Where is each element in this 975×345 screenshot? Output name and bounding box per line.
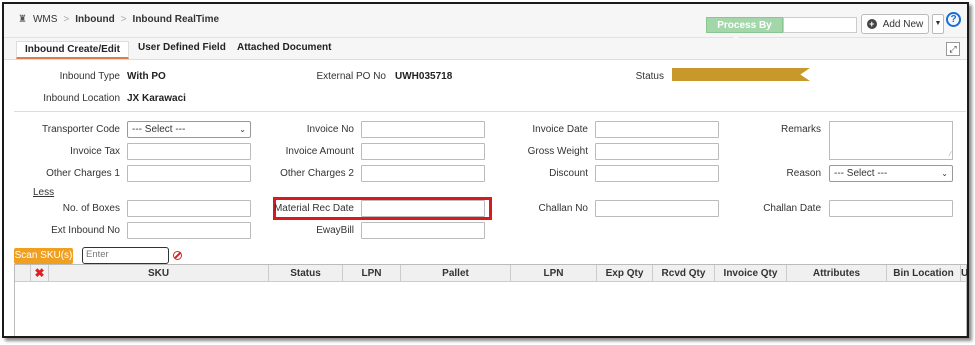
home-icon[interactable]: ♜	[18, 14, 27, 25]
header-section	[14, 60, 966, 112]
grid-header: ✖ SKU Status LPN Pallet LPN Exp Qty Rcvd…	[15, 265, 967, 282]
other-charges-2-field[interactable]	[361, 165, 485, 182]
transporter-code-label: Transporter Code	[42, 124, 120, 135]
material-rec-date-label: Material Rec Date	[273, 203, 354, 214]
ewaybill-label: EwayBill	[316, 225, 354, 236]
breadcrumb-separator: >	[63, 14, 70, 25]
inbound-type-label: Inbound Type	[59, 71, 120, 82]
clear-icon[interactable]	[173, 251, 182, 260]
invoice-amount-label: Invoice Amount	[285, 146, 354, 157]
column-header-sku[interactable]: SKU	[49, 265, 269, 282]
column-header-attributes[interactable]: Attributes	[787, 265, 887, 282]
column-header-exp-qty[interactable]: Exp Qty	[597, 265, 653, 282]
discount-label: Discount	[549, 168, 588, 179]
inbound-window: ♜ WMS > Inbound > Inbound RealTime Proce…	[2, 2, 969, 338]
column-header-rcvd-qty[interactable]: Rcvd Qty	[653, 265, 715, 282]
column-header-lpn-2[interactable]: LPN	[511, 265, 597, 282]
add-new-label: Add New	[882, 18, 924, 30]
ewaybill-field[interactable]	[361, 222, 485, 239]
other-charges-1-label: Other Charges 1	[46, 168, 120, 179]
breadcrumb-parent[interactable]: Inbound	[75, 14, 114, 25]
column-header-u[interactable]: U	[961, 265, 967, 282]
remarks-field[interactable]: ∕	[829, 121, 953, 160]
tab-attached-document[interactable]: Attached Document	[237, 42, 331, 53]
process-by-scan-button[interactable]: Process By Scan	[706, 17, 783, 47]
gross-weight-label: Gross Weight	[527, 146, 588, 157]
expand-icon[interactable]: ⤢	[946, 42, 960, 56]
challan-date-label: Challan Date	[763, 203, 821, 214]
plus-icon: +	[866, 19, 877, 29]
less-toggle-link[interactable]: Less	[33, 187, 54, 198]
invoice-tax-label: Invoice Tax	[70, 146, 120, 157]
help-icon[interactable]: ?	[946, 12, 961, 27]
inbound-location-label: Inbound Location	[43, 93, 120, 104]
external-po-value: UWH035718	[395, 71, 453, 82]
challan-date-field[interactable]	[829, 200, 953, 217]
chevron-down-icon[interactable]: ▼	[932, 14, 944, 34]
chevron-down-icon: ⌄	[239, 125, 246, 134]
breadcrumb-current: Inbound RealTime	[132, 14, 220, 25]
breadcrumb-home[interactable]: WMS	[33, 14, 57, 25]
column-header-lpn[interactable]: LPN	[343, 265, 401, 282]
column-header-pallet[interactable]: Pallet	[401, 265, 511, 282]
ext-inbound-no-field[interactable]	[127, 222, 251, 239]
status-badge	[672, 68, 810, 81]
inbound-location-value: JX Karawaci	[127, 93, 186, 104]
reason-select[interactable]: --- Select --- ⌄	[829, 165, 953, 182]
other-charges-1-field[interactable]	[127, 165, 251, 182]
remarks-label: Remarks	[780, 124, 821, 135]
reason-label: Reason	[786, 168, 821, 179]
challan-no-field[interactable]	[595, 200, 719, 217]
gross-weight-field[interactable]	[595, 143, 719, 160]
column-header-status[interactable]: Status	[269, 265, 343, 282]
invoice-date-field[interactable]	[595, 121, 719, 138]
breadcrumb-separator: >	[120, 14, 127, 25]
transporter-code-select[interactable]: --- Select --- ⌄	[127, 121, 251, 138]
chevron-down-icon: ⌄	[941, 169, 948, 178]
tab-user-defined-field[interactable]: User Defined Field	[138, 42, 226, 53]
column-header-bin-location[interactable]: Bin Location	[887, 265, 961, 282]
invoice-no-field[interactable]	[361, 121, 485, 138]
invoice-tax-field[interactable]	[127, 143, 251, 160]
breadcrumb: ♜ WMS > Inbound > Inbound RealTime	[18, 14, 219, 25]
reason-selected: --- Select ---	[834, 168, 888, 179]
sku-barcode-input[interactable]: Enter SKU/Barcode	[82, 247, 169, 274]
invoice-date-label: Invoice Date	[532, 124, 588, 135]
inbound-type-value: With PO	[127, 71, 166, 82]
sku-grid: ✖ SKU Status LPN Pallet LPN Exp Qty Rcvd…	[14, 264, 967, 336]
add-new-button[interactable]: + Add New	[861, 14, 929, 34]
status-label: Status	[635, 71, 664, 82]
tab-inbound-create-edit[interactable]: Inbound Create/Edit	[16, 41, 129, 59]
process-by-scan-input[interactable]	[783, 17, 857, 33]
row-select-header	[15, 265, 31, 282]
invoice-no-label: Invoice No	[306, 124, 354, 135]
column-header-invoice-qty[interactable]: Invoice Qty	[715, 265, 787, 282]
material-rec-date-field[interactable]	[361, 200, 485, 217]
external-po-label: External PO No	[316, 71, 386, 82]
no-of-boxes-field[interactable]	[127, 200, 251, 217]
ext-inbound-no-label: Ext Inbound No	[51, 225, 120, 236]
no-of-boxes-label: No. of Boxes	[62, 203, 120, 214]
challan-no-label: Challan No	[538, 203, 588, 214]
tab-bar: Inbound Create/Edit User Defined Field A…	[4, 38, 967, 60]
transporter-code-selected: --- Select ---	[132, 124, 186, 135]
top-bar: ♜ WMS > Inbound > Inbound RealTime Proce…	[4, 4, 967, 47]
other-charges-2-label: Other Charges 2	[280, 168, 354, 179]
delete-all-icon[interactable]: ✖	[31, 265, 49, 282]
resize-grip-icon[interactable]: ∕	[950, 151, 951, 158]
invoice-amount-field[interactable]	[361, 143, 485, 160]
scan-sku-button[interactable]: Scan SKU(s)	[14, 248, 73, 264]
discount-field[interactable]	[595, 165, 719, 182]
